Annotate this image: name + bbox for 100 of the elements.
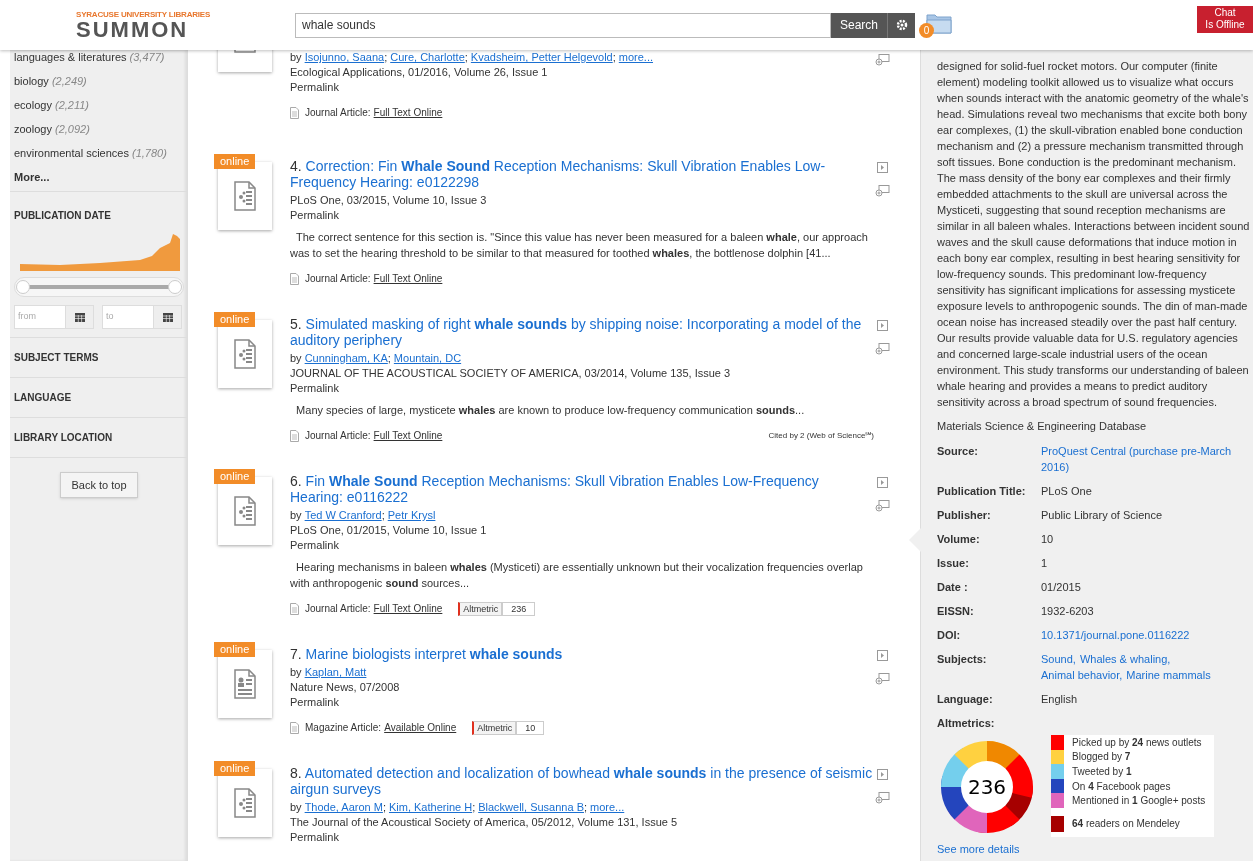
online-badge: online xyxy=(214,154,256,169)
subject-filter-link[interactable]: ecology (2,211) xyxy=(14,98,184,113)
document-icon xyxy=(234,339,256,369)
format-label: Journal Article: xyxy=(305,272,371,286)
legend-text: Blogged by 7 xyxy=(1072,750,1131,765)
settings-button[interactable] xyxy=(887,12,916,38)
field-link[interactable]: Sound, xyxy=(1041,650,1076,667)
legend-text: Tweeted by 1 xyxy=(1072,765,1132,779)
author-link[interactable]: Thode, Aaron M xyxy=(304,800,383,815)
abstract-text: designed for solid-fuel rocket motors. Our computer (finite element) modeling toolkit allowed us to visualize what occurs when sounds interact with the anatomic geometry of the whale's head. Simulations reveal two mechanisms that excite both bony ear complexes, (1) the skull-vibration enabled bone conduction mechanism and (2) a pressure mechanism transmitted through soft tissues. Bone conduction is the predominant mechanism. The mass density of the bony ear complexes and their firmly embedded attachments to the skull are universal across the Mysticeti, suggesting that sound reception mechanisms are similar in all baleen whales. Interactions between incident sound waves and the skull cause deformations that induce motion in each bony ear complex, resulting in best hearing sensitivity for low-frequency sounds. This predominant low-frequency sensitivity has significant implications for assessing mysticete exposure levels to anthropogenic sounds. The din of man-made ocean noise has increased steadily over the past half century. Our results provide valuable data for U.S. regulatory agencies and concerned large-scale industrial users of the ocean environment. This study transforms our understanding of baleen whale hearing and provides a means to predict auditory sensitivity across a broad spectrum of sound frequencies. xyxy=(937,59,1251,410)
author-link[interactable]: Ted W Cranford xyxy=(304,508,382,523)
author-link[interactable]: Kvadsheim, Petter Helgevold xyxy=(470,50,613,65)
permalink[interactable]: Permalink xyxy=(290,538,874,553)
author-link[interactable]: Cunningham, KA xyxy=(304,351,388,366)
see-more-details-link[interactable]: See more details xyxy=(937,841,1253,858)
preview-icon[interactable] xyxy=(876,477,888,488)
add-to-folder-icon[interactable] xyxy=(874,54,890,66)
result-title-link[interactable]: 6. Fin Whale Sound Reception Mechanisms: Skull Vibration Enables Low-Frequency Hearing: e0116222 xyxy=(290,473,874,505)
permalink[interactable]: Permalink xyxy=(290,80,874,95)
calendar-icon xyxy=(74,312,85,322)
add-to-folder-icon[interactable] xyxy=(874,500,890,512)
settings-icon xyxy=(895,19,908,31)
subject-filter-link[interactable]: biology (2,249) xyxy=(14,74,184,89)
more-authors-link[interactable]: more... xyxy=(590,800,625,815)
calendar-icon xyxy=(162,312,173,322)
author-link[interactable]: Kaplan, Matt xyxy=(304,665,367,680)
calendar-button[interactable] xyxy=(154,305,182,329)
separator: ; xyxy=(387,351,391,366)
preview-icon[interactable] xyxy=(876,162,888,173)
subject-filter-link[interactable]: environmental sciences (1,780) xyxy=(14,146,184,161)
field-label: Publisher: xyxy=(937,507,992,523)
subject-filter-link[interactable]: languages & literatures (3,477) xyxy=(14,50,184,65)
add-to-folder-icon[interactable] xyxy=(874,343,890,355)
more-link[interactable]: More... xyxy=(14,170,184,184)
altmetric-badge[interactable]: Altmetric xyxy=(458,601,503,616)
document-icon xyxy=(234,496,256,526)
source-text: JOURNAL OF THE ACOUSTICAL SOCIETY OF AMERICA, 03/2014, Volume 135, Issue 3 xyxy=(290,366,732,381)
add-to-folder-icon[interactable] xyxy=(874,792,890,804)
separator: ; xyxy=(464,50,468,65)
collapsed-filter-section[interactable]: LANGUAGE xyxy=(14,390,72,405)
separator: ; xyxy=(612,50,616,65)
field-link[interactable]: Marine mammals xyxy=(1126,666,1211,683)
field-link[interactable]: Whales & whaling, xyxy=(1079,650,1171,667)
format-label: Journal Article: xyxy=(305,429,371,443)
legend-text: On 4 Facebook pages xyxy=(1072,779,1171,794)
access-link[interactable]: Full Text Online xyxy=(373,601,443,616)
folder-icon[interactable] xyxy=(926,12,953,34)
permalink[interactable]: Permalink xyxy=(290,695,874,710)
by-label: by xyxy=(290,665,302,680)
date-field[interactable]: from xyxy=(14,305,66,329)
source-text: Nature News, 07/2008 xyxy=(290,680,401,695)
field-link[interactable]: ProQuest Central (purchase pre-March 2016) xyxy=(1041,442,1253,475)
access-link[interactable]: Full Text Online xyxy=(373,105,443,120)
author-link[interactable]: Petr Krysl xyxy=(387,508,436,523)
separator: ; xyxy=(472,800,476,815)
legend-text: Picked up by 24 news outlets xyxy=(1072,735,1202,750)
preview-icon[interactable] xyxy=(876,650,888,661)
search-button[interactable]: Search xyxy=(831,12,888,38)
add-to-folder-icon[interactable] xyxy=(874,185,890,197)
logo-wordmark[interactable]: SUMMON xyxy=(76,18,295,41)
permalink[interactable]: Permalink xyxy=(290,830,874,845)
permalink[interactable]: Permalink xyxy=(290,208,874,223)
cited-by-text: Cited by 2 (Web of Science℠) xyxy=(768,430,874,442)
chat-status-button[interactable]: Chat Is Offline xyxy=(1197,5,1253,33)
more-authors-link[interactable]: more... xyxy=(618,50,653,65)
result-title-link[interactable]: 4. Correction: Fin Whale Sound Reception Mechanisms: Skull Vibration Enables Low-Frequency Hearing: e0122298 xyxy=(290,158,874,190)
author-link[interactable]: Blackwell, Susanna B xyxy=(478,800,584,815)
search-field[interactable]: whale sounds xyxy=(295,12,831,38)
field-link[interactable]: Animal behavior, xyxy=(1041,666,1123,683)
access-link[interactable]: Full Text Online xyxy=(373,428,443,443)
field-label: Source: xyxy=(937,443,979,459)
collapsed-filter-section[interactable]: LIBRARY LOCATION xyxy=(14,430,113,445)
author-link[interactable]: Cure, Charlotte xyxy=(390,50,465,65)
permalink[interactable]: Permalink xyxy=(290,381,874,396)
altmetric-score: 236 xyxy=(966,775,1008,799)
altmetric-badge[interactable]: Altmetric xyxy=(472,720,517,735)
preview-icon[interactable] xyxy=(876,320,888,331)
calendar-button[interactable] xyxy=(66,305,94,329)
folder-count-badge: 0 xyxy=(919,23,935,38)
separator: ; xyxy=(381,508,385,523)
access-link[interactable]: Full Text Online xyxy=(373,271,443,286)
preview-icon[interactable] xyxy=(876,769,888,780)
file-icon xyxy=(290,106,299,119)
add-to-folder-icon[interactable] xyxy=(874,673,890,685)
date-range-slider[interactable] xyxy=(14,277,184,297)
result-title-link[interactable]: 5. Simulated masking of right whale sounds by shipping noise: Incorporating a model of the auditory periphery xyxy=(290,316,874,348)
slider-handle[interactable] xyxy=(16,280,30,294)
slider-handle[interactable] xyxy=(168,280,182,294)
source-text: PLoS One, 01/2015, Volume 10, Issue 1 xyxy=(290,523,488,538)
subject-filter-link[interactable]: zoology (2,092) xyxy=(14,122,184,137)
author-link[interactable]: Mountain, DC xyxy=(393,351,462,366)
result-title-link[interactable]: 8. Automated detection and localization of bowhead whale sounds in the presence of seismic airgun surveys xyxy=(290,765,874,797)
file-icon xyxy=(290,272,299,285)
result-title-link[interactable]: 7. Marine biologists interpret whale sounds xyxy=(290,646,874,662)
date-field[interactable]: to xyxy=(102,305,154,329)
access-link[interactable]: Available Online xyxy=(384,720,457,735)
collapsed-filter-section[interactable]: SUBJECT TERMS xyxy=(14,350,99,365)
legend-text: 64 readers on Mendeley xyxy=(1072,817,1180,832)
field-link[interactable]: 10.1371/journal.pone.0116222 xyxy=(1041,626,1190,643)
back-to-top-button[interactable]: Back to top xyxy=(60,472,138,498)
